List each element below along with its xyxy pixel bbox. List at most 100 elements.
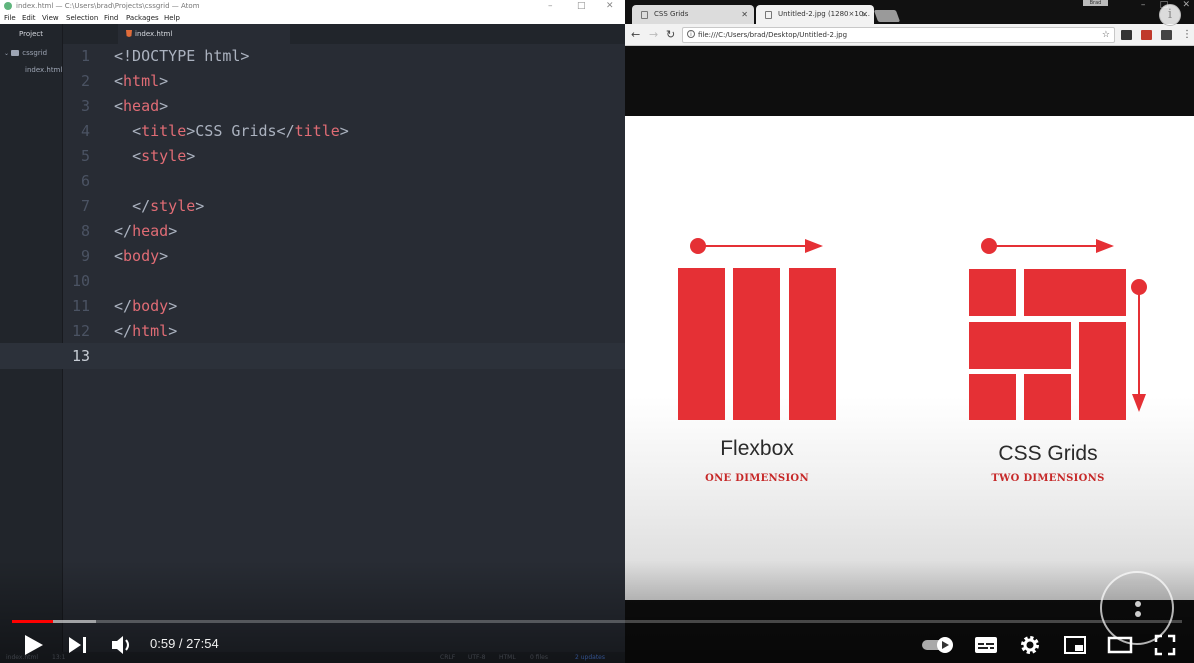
- tab-close-icon[interactable]: ✕: [861, 5, 868, 24]
- folder-icon: [11, 50, 20, 56]
- minimize-icon[interactable]: –: [548, 0, 553, 12]
- line-number: 8: [80, 222, 90, 240]
- menu-file[interactable]: File: [4, 12, 16, 24]
- extension-icon[interactable]: [1141, 30, 1152, 40]
- atom-editor-window: index.html — C:\Users\brad\Projects\cssg…: [0, 0, 625, 663]
- code-line: </body>: [114, 297, 178, 315]
- menu-help[interactable]: Help: [164, 12, 180, 24]
- play-icon[interactable]: [22, 634, 44, 656]
- line-number: 7: [80, 197, 90, 215]
- code-line: <!DOCTYPE html>: [114, 47, 250, 65]
- tab-index-html[interactable]: index.html: [118, 24, 290, 44]
- grid-vertical-arrow-head: [1132, 394, 1146, 412]
- tree-file-index-html[interactable]: index.html: [25, 66, 63, 74]
- tree-folder-cssgrid[interactable]: ⌄ cssgrid: [4, 49, 47, 57]
- video-info-icon[interactable]: i: [1159, 4, 1181, 26]
- theater-icon[interactable]: [1107, 636, 1133, 654]
- flex-arrow-head: [805, 239, 823, 253]
- chevron-down-icon: ⌄: [4, 50, 10, 57]
- fullscreen-icon[interactable]: [1154, 634, 1176, 656]
- profile-badge[interactable]: Brad: [1083, 0, 1108, 6]
- status-cursor-position[interactable]: 13:1: [52, 652, 65, 663]
- address-bar[interactable]: i file:///C:/Users/brad/Desktop/Untitled…: [682, 27, 1115, 43]
- autoplay-toggle[interactable]: [921, 636, 955, 654]
- tab-close-icon[interactable]: ✕: [741, 5, 748, 24]
- slide-subtitle-two-dimensions: TWO DIMENSIONS: [991, 473, 1105, 484]
- grid-cell: [1024, 269, 1126, 316]
- bookmark-star-icon[interactable]: ☆: [1102, 28, 1110, 42]
- menu-find[interactable]: Find: [104, 12, 118, 24]
- extension-icon[interactable]: [1161, 30, 1172, 40]
- address-bar-url: file:///C:/Users/brad/Desktop/Untitled-2…: [698, 31, 848, 39]
- extension-icon[interactable]: [1121, 30, 1132, 40]
- grid-cell: [969, 322, 1071, 369]
- menu-packages[interactable]: Packages: [126, 12, 159, 24]
- back-arrow-icon[interactable]: ←: [631, 27, 640, 42]
- css-grid-illustration: [969, 238, 1147, 420]
- minimize-icon[interactable]: –: [1141, 0, 1146, 10]
- browser-tab-css-grids[interactable]: CSS Grids ✕: [632, 5, 754, 24]
- browser-tab-untitled-2[interactable]: Untitled-2.jpg (1280×10... ✕: [756, 5, 874, 24]
- menu-edit[interactable]: Edit: [22, 12, 36, 24]
- code-line: </style>: [132, 197, 205, 215]
- tree-folder-label: cssgrid: [22, 49, 48, 57]
- maximize-icon[interactable]: □: [577, 0, 586, 12]
- flexbox-illustration: [678, 238, 836, 420]
- status-line-ending[interactable]: CRLF: [440, 652, 455, 663]
- close-icon[interactable]: ✕: [1182, 0, 1190, 10]
- status-grammar[interactable]: HTML: [499, 652, 516, 663]
- code-line: </head>: [114, 222, 178, 240]
- code-line: </html>: [114, 322, 178, 340]
- code-line: <title>CSS Grids</title>: [132, 122, 349, 140]
- image-viewer: Flexbox ONE DIMENSION CSS Grids TWO DIME…: [625, 46, 1194, 663]
- line-number-active: 13: [71, 347, 90, 365]
- slide-image: Flexbox ONE DIMENSION CSS Grids TWO DIME…: [625, 116, 1194, 600]
- chrome-toolbar: ← → ↻ i file:///C:/Users/brad/Desktop/Un…: [625, 24, 1194, 46]
- new-tab-button[interactable]: [873, 10, 901, 22]
- grid-cell: [969, 269, 1016, 316]
- slide-subtitle-one-dimension: ONE DIMENSION: [705, 473, 809, 484]
- close-icon[interactable]: ✕: [606, 0, 614, 12]
- line-number: 12: [71, 322, 90, 340]
- atom-window-title: index.html — C:\Users\brad\Projects\cssg…: [16, 2, 200, 10]
- browser-tab-label: CSS Grids: [654, 10, 689, 18]
- atom-status-bar: index.html 13:1 CRLF UTF-8 HTML 0 files …: [0, 652, 625, 663]
- video-progress-bar[interactable]: [12, 620, 1182, 623]
- more-dot: [1135, 601, 1141, 607]
- line-number: 1: [80, 47, 90, 65]
- page-favicon-icon: [641, 11, 648, 19]
- reload-icon[interactable]: ↻: [666, 27, 675, 42]
- subtitles-icon[interactable]: [974, 635, 998, 655]
- info-icon[interactable]: i: [687, 30, 695, 38]
- browser-tab-label: Untitled-2.jpg (1280×10...: [778, 10, 870, 18]
- line-number: 3: [80, 97, 90, 115]
- menu-selection[interactable]: Selection: [66, 12, 98, 24]
- atom-title-bar: index.html — C:\Users\brad\Projects\cssg…: [0, 0, 625, 12]
- tab-label: index.html: [135, 30, 173, 38]
- line-number: 5: [80, 147, 90, 165]
- status-updates[interactable]: 2 updates: [575, 652, 605, 663]
- status-git-files[interactable]: 0 files: [530, 652, 548, 663]
- html5-file-icon: [126, 30, 132, 37]
- miniplayer-icon[interactable]: [1063, 635, 1087, 655]
- menu-view[interactable]: View: [42, 12, 59, 24]
- volume-icon[interactable]: [110, 634, 134, 656]
- next-icon[interactable]: [68, 636, 88, 654]
- chrome-browser-window: CSS Grids ✕ Untitled-2.jpg (1280×10... ✕…: [625, 0, 1194, 663]
- status-encoding[interactable]: UTF-8: [468, 652, 486, 663]
- atom-menu-bar: File Edit View Selection Find Packages H…: [0, 12, 625, 24]
- chrome-menu-icon[interactable]: ⋮: [1182, 27, 1192, 42]
- settings-icon[interactable]: [1019, 634, 1041, 656]
- forward-arrow-icon[interactable]: →: [649, 27, 658, 42]
- more-dot: [1135, 611, 1141, 617]
- atom-logo-icon: [4, 2, 12, 10]
- code-editor[interactable]: <!DOCTYPE html> <html> <head> <title>CSS…: [114, 44, 625, 624]
- grid-cell: [1079, 322, 1126, 420]
- code-line: <head>: [114, 97, 169, 115]
- time-display: 0:59 / 27:54: [150, 636, 219, 651]
- flex-column: [678, 268, 725, 420]
- grid-cell: [1024, 374, 1071, 420]
- grid-cell: [969, 374, 1016, 420]
- line-number: 6: [80, 172, 90, 190]
- chrome-tab-strip: CSS Grids ✕ Untitled-2.jpg (1280×10... ✕…: [625, 0, 1194, 24]
